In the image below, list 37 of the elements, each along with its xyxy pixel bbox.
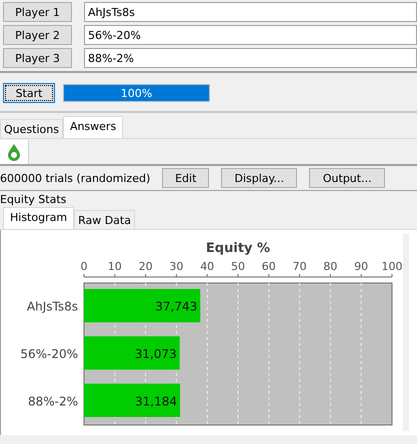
tab[interactable]: Questions <box>0 119 63 138</box>
tick-label: 100 <box>382 260 402 273</box>
hand-input-field[interactable]: AhJsTs8s <box>84 2 417 22</box>
tab[interactable]: Raw Data <box>74 210 135 229</box>
category-label: 56%-20% <box>20 347 78 361</box>
value-label: 31,184 <box>135 394 178 408</box>
player-button[interactable]: Player 2 <box>3 25 72 45</box>
tick-label: 0 <box>80 260 88 273</box>
toolbar-button[interactable] <box>0 140 29 164</box>
tick-label: 30 <box>169 260 184 273</box>
value-label: 31,073 <box>134 347 177 361</box>
hand-input-field[interactable]: 88%-2% <box>84 48 417 68</box>
category-label: 88%-2% <box>28 394 78 408</box>
tab[interactable]: Histogram <box>3 207 74 229</box>
player-button[interactable]: Player 3 <box>3 48 72 68</box>
player-button[interactable]: Player 1 <box>3 2 72 22</box>
tick-label: 40 <box>200 260 214 273</box>
value-label: 37,743 <box>155 300 198 314</box>
section-title: Equity Stats <box>0 192 68 207</box>
action-button[interactable]: Edit <box>162 168 210 188</box>
tick-label: 20 <box>138 260 153 273</box>
tick-label: 80 <box>323 260 338 273</box>
tick-label: 70 <box>292 260 307 273</box>
drop-icon <box>6 142 22 160</box>
tick-label: 90 <box>354 260 368 273</box>
category-label: AhJsTs8s <box>26 300 78 314</box>
tick-label: 60 <box>262 260 276 273</box>
tab[interactable]: Answers <box>62 116 124 138</box>
tick-label: 10 <box>108 260 122 273</box>
trials-text: 600000 trials (randomized) <box>0 172 150 184</box>
chart-title: Equity % <box>206 241 270 256</box>
action-button[interactable]: Display... <box>221 168 298 188</box>
tick-label: 50 <box>231 260 245 273</box>
hand-input-field[interactable]: 56%-20% <box>84 25 417 45</box>
start-button[interactable]: Start <box>3 83 55 103</box>
progress-text: 100% <box>120 86 154 101</box>
action-button[interactable]: Output... <box>309 168 386 188</box>
